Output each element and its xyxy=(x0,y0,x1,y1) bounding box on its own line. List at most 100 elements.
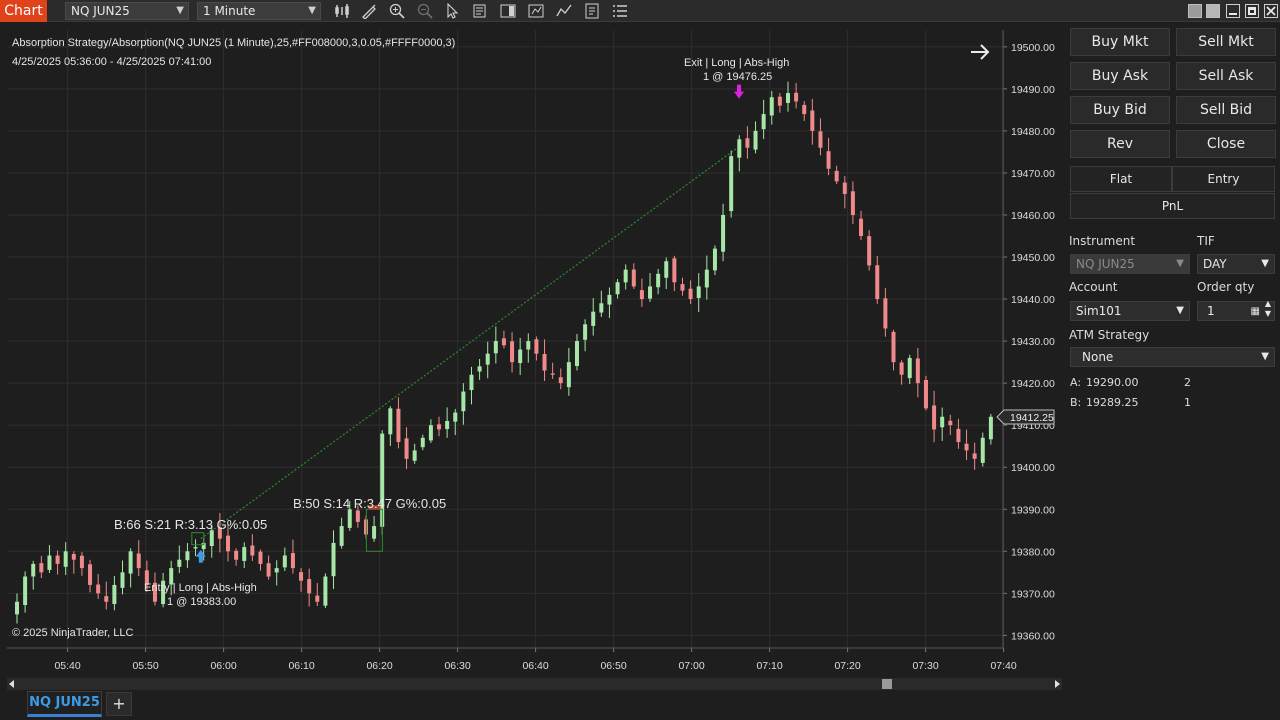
candle-body xyxy=(583,324,588,340)
atm-strategy-label: ATM Strategy xyxy=(1069,328,1150,342)
candle-body xyxy=(550,373,555,375)
x-tick-label: 05:40 xyxy=(54,660,80,672)
list-icon[interactable] xyxy=(612,3,628,19)
interval-select-value: 1 Minute xyxy=(203,4,256,18)
indicators-icon[interactable] xyxy=(556,3,572,19)
chart-trader-icon[interactable] xyxy=(500,3,516,19)
calculator-icon[interactable]: ▦ xyxy=(1251,303,1260,321)
sell-bid-button[interactable]: Sell Bid xyxy=(1176,96,1276,124)
sell-ask-button[interactable]: Sell Ask xyxy=(1176,62,1276,90)
account-select[interactable]: Sim101 ▼ xyxy=(1070,301,1190,321)
atm-strategy-select[interactable]: None ▼ xyxy=(1070,347,1275,367)
candle-body xyxy=(274,568,279,573)
copyright: © 2025 NinjaTrader, LLC xyxy=(12,627,133,639)
draw-tool-icon[interactable] xyxy=(361,3,377,19)
properties-icon[interactable] xyxy=(584,3,600,19)
bid-size: 1 xyxy=(1184,396,1191,409)
buy-bid-button[interactable]: Buy Bid xyxy=(1070,96,1170,124)
x-tick-label: 06:30 xyxy=(444,660,470,672)
atm-strategy-value: None xyxy=(1082,350,1114,364)
candle-body xyxy=(193,547,198,549)
chevron-down-icon: ▼ xyxy=(1261,258,1269,269)
candle-body xyxy=(656,273,661,288)
exit-label: Exit | Long | Abs-High xyxy=(684,57,789,69)
scroll-right-arrow-icon[interactable] xyxy=(1055,680,1060,688)
candle-body xyxy=(136,553,141,569)
tile-window-icon[interactable] xyxy=(1188,4,1202,18)
minimize-icon[interactable] xyxy=(1226,4,1240,18)
strategies-icon[interactable] xyxy=(528,3,544,19)
chart-scrollbar[interactable] xyxy=(7,678,1062,690)
absorption-annotation: B:50 S:14 R:3.47 G%:0.05 xyxy=(293,496,446,511)
scrollbar-thumb[interactable] xyxy=(882,679,892,689)
y-tick-label: 19400.00 xyxy=(1011,462,1055,474)
candle-body xyxy=(47,555,52,570)
candle-body xyxy=(39,563,44,573)
candle-body xyxy=(404,438,409,459)
y-tick-label: 19490.00 xyxy=(1011,84,1055,96)
candle-body xyxy=(777,96,782,106)
price-chart[interactable]: 19500.00 19490.00 19480.00 19470.00 19460.00… xyxy=(7,30,1062,678)
maximize-icon[interactable] xyxy=(1245,4,1259,18)
chart-panel[interactable]: 19500.00 19490.00 19480.00 19470.00 19460.00… xyxy=(7,30,1062,678)
candle-body xyxy=(915,358,920,384)
tif-select[interactable]: DAY ▼ xyxy=(1197,254,1275,274)
candle-body xyxy=(355,510,360,522)
stepper-arrows-icon[interactable]: ▲ ▼ xyxy=(1265,299,1271,319)
sell-mkt-button[interactable]: Sell Mkt xyxy=(1176,28,1276,56)
candle-body xyxy=(128,551,133,574)
candle-body xyxy=(461,391,466,412)
candle-body xyxy=(79,555,84,569)
app-label[interactable]: Chart xyxy=(0,0,47,22)
entry-price-label: 1 @ 19383.00 xyxy=(167,596,236,608)
x-tick-label: 07:00 xyxy=(678,660,704,672)
instrument-select[interactable]: NQ JUN25 ▼ xyxy=(65,2,189,20)
candle-body xyxy=(396,408,401,442)
candle-body xyxy=(266,563,271,577)
candle-body xyxy=(15,601,19,615)
pointer-icon[interactable] xyxy=(444,3,460,19)
data-box-icon[interactable] xyxy=(472,3,488,19)
candle-body xyxy=(485,353,490,365)
buy-mkt-button[interactable]: Buy Mkt xyxy=(1070,28,1170,56)
add-tab-button[interactable]: + xyxy=(106,692,132,716)
candle-body xyxy=(810,110,815,131)
tab-nq-jun25[interactable]: NQ JUN25 xyxy=(27,691,102,717)
candle-body xyxy=(493,341,498,354)
x-tick-label: 06:20 xyxy=(366,660,392,672)
y-tick-label: 19370.00 xyxy=(1011,588,1055,600)
candle-body xyxy=(120,572,125,588)
entry-display: Entry xyxy=(1172,166,1275,192)
zoom-out-icon[interactable] xyxy=(417,3,433,19)
candle-body xyxy=(696,286,701,298)
order-qty-stepper[interactable]: 1 ▦ ▲ ▼ xyxy=(1197,299,1275,321)
candle-body xyxy=(599,303,604,313)
bar-type-icon[interactable] xyxy=(334,3,350,19)
x-tick-label: 07:40 xyxy=(990,660,1016,672)
tif-value: DAY xyxy=(1203,257,1227,271)
chevron-down-icon: ▼ xyxy=(1176,258,1184,269)
candle-body xyxy=(875,265,880,300)
candle-body xyxy=(867,236,872,266)
candle-body xyxy=(672,258,677,283)
candle-body xyxy=(818,131,823,148)
close-icon[interactable] xyxy=(1264,4,1278,18)
x-tick-label: 06:40 xyxy=(522,660,548,672)
interval-select[interactable]: 1 Minute ▼ xyxy=(197,2,321,20)
scroll-left-icon[interactable] xyxy=(9,680,14,688)
close-position-button[interactable]: Close xyxy=(1176,130,1276,158)
link-window-icon[interactable] xyxy=(1206,4,1220,18)
candle-body xyxy=(753,130,758,150)
buy-ask-button[interactable]: Buy Ask xyxy=(1070,62,1170,90)
candle-body xyxy=(112,584,117,605)
candle-body xyxy=(469,374,474,391)
candle-body xyxy=(883,298,888,329)
candle-body xyxy=(680,284,685,291)
reverse-button[interactable]: Rev xyxy=(1070,130,1170,158)
zoom-in-icon[interactable] xyxy=(389,3,405,19)
candle-body xyxy=(842,182,847,194)
candle-body xyxy=(282,555,287,568)
pnl-display: PnL xyxy=(1070,193,1275,219)
entry-label: Entry | Long | Abs-High xyxy=(144,582,257,594)
y-tick-label: 19450.00 xyxy=(1011,252,1055,264)
